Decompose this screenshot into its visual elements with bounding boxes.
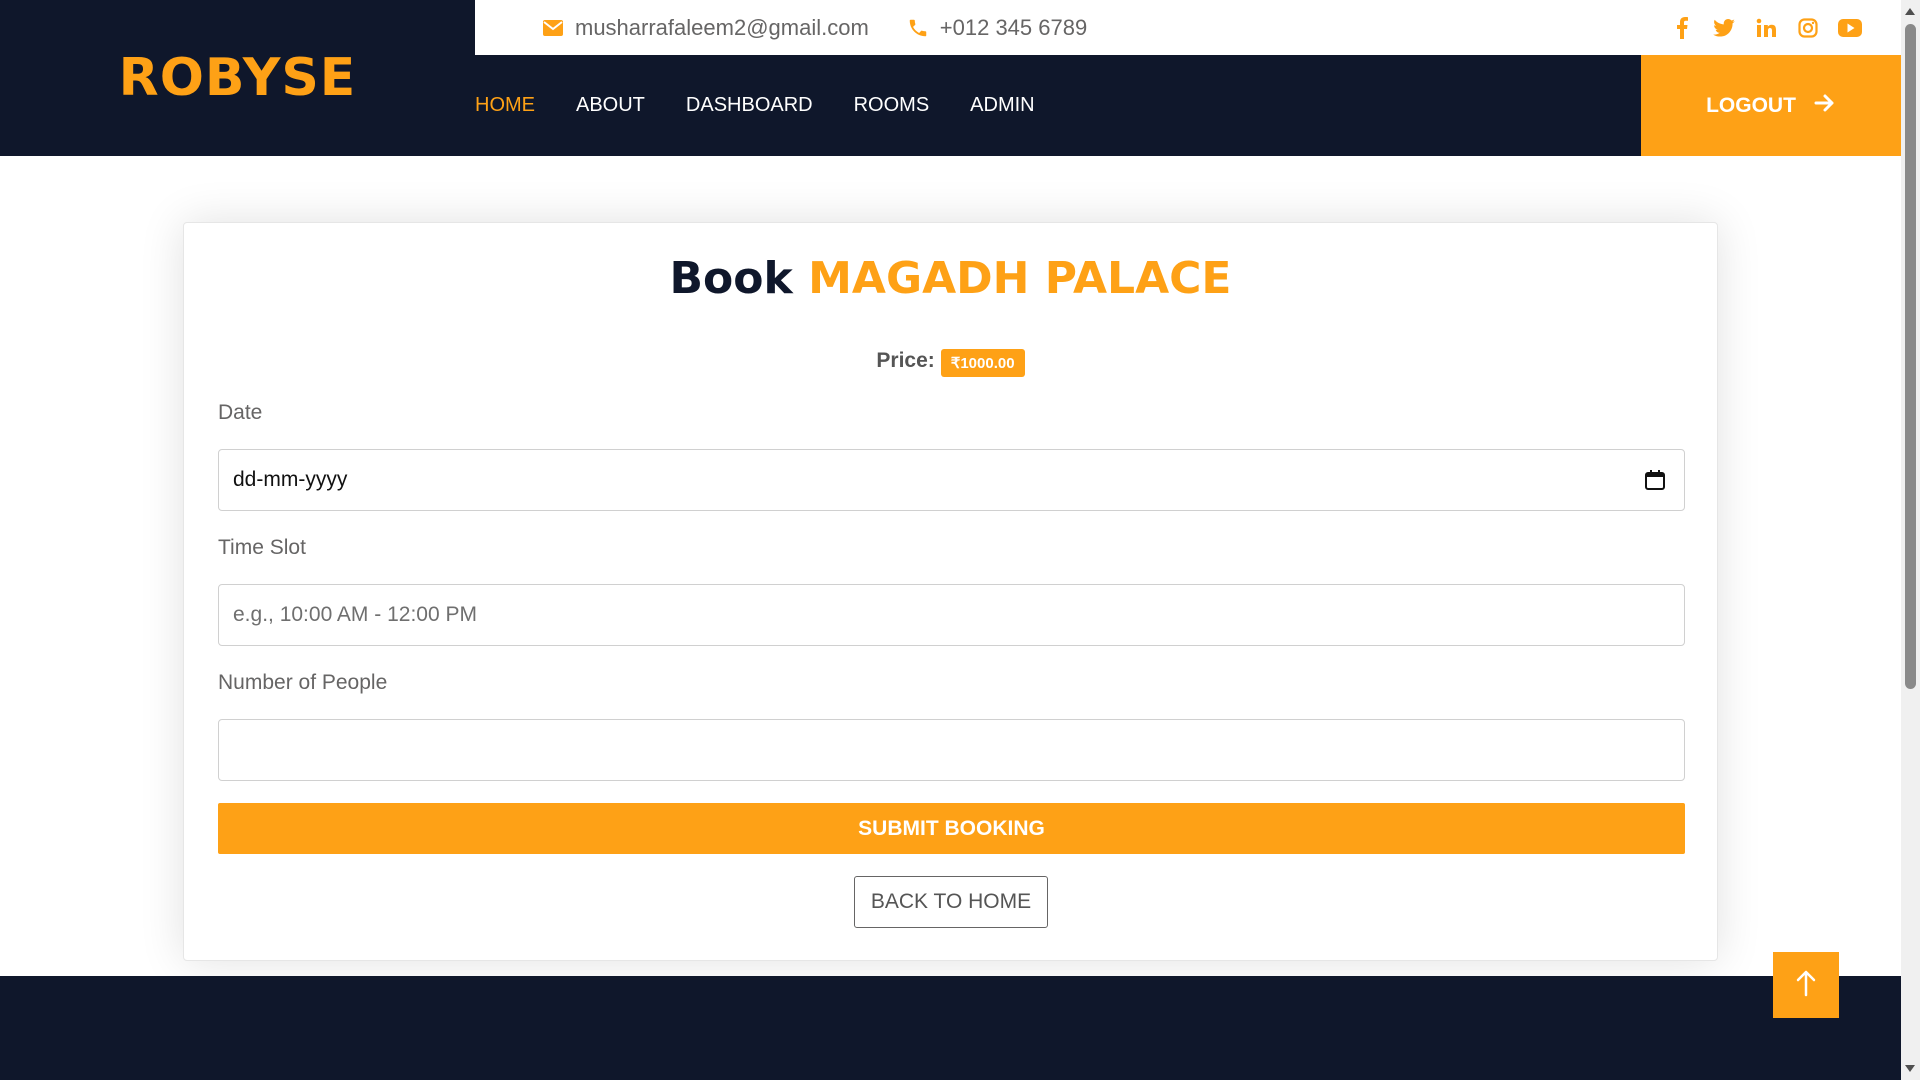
site-footer bbox=[0, 976, 1901, 1080]
linkedin-icon[interactable] bbox=[1754, 16, 1778, 40]
time-slot-placeholder: e.g., 10:00 AM - 12:00 PM bbox=[233, 603, 477, 626]
calendar-icon[interactable] bbox=[1644, 469, 1666, 491]
email-contact: musharrafaleem2@gmail.com bbox=[541, 15, 869, 41]
scrollbar-thumb[interactable] bbox=[1905, 24, 1916, 689]
price-badge: ₹1000.00 bbox=[940, 349, 1025, 377]
date-label: Date bbox=[218, 401, 263, 424]
nav-item-dashboard[interactable]: DASHBOARD bbox=[686, 94, 813, 117]
page-title: Book MAGADH PALACE bbox=[184, 253, 1717, 304]
back-to-home-button[interactable]: BACK TO HOME bbox=[854, 876, 1048, 928]
arrow-up-icon bbox=[1795, 969, 1817, 1002]
price-label: Price: bbox=[876, 349, 935, 372]
phone-text: +012 345 6789 bbox=[939, 14, 1088, 40]
site-header: ROBYSE musharrafaleem2@gmail.com +012 34… bbox=[0, 0, 1901, 156]
nav-item-about[interactable]: ABOUT bbox=[576, 94, 645, 117]
time-slot-label: Time Slot bbox=[218, 536, 306, 559]
scroll-up-arrow-icon[interactable] bbox=[1905, 8, 1915, 15]
logout-button[interactable]: LOGOUT bbox=[1641, 55, 1901, 156]
brand[interactable]: ROBYSE bbox=[0, 0, 475, 156]
booking-card: Book MAGADH PALACE Price: ₹1000.00 Date … bbox=[183, 222, 1718, 961]
scroll-down-arrow-icon[interactable] bbox=[1905, 1065, 1915, 1072]
nav-item-rooms[interactable]: ROOMS bbox=[854, 94, 930, 117]
page: ROBYSE musharrafaleem2@gmail.com +012 34… bbox=[0, 0, 1901, 1080]
nav-item-home[interactable]: HOME bbox=[475, 94, 535, 117]
main-nav: HOME ABOUT DASHBOARD ROOMS ADMIN bbox=[475, 55, 1641, 156]
top-contact-bar: musharrafaleem2@gmail.com +012 345 6789 bbox=[475, 0, 1901, 55]
logout-label: LOGOUT bbox=[1706, 93, 1796, 117]
nav-item-admin[interactable]: ADMIN bbox=[970, 94, 1034, 117]
title-prefix: Book bbox=[669, 253, 793, 304]
youtube-icon[interactable] bbox=[1838, 16, 1862, 40]
social-links bbox=[1670, 0, 1862, 55]
back-to-home-label: BACK TO HOME bbox=[870, 890, 1032, 913]
submit-booking-button[interactable]: SUBMIT BOOKING bbox=[218, 803, 1685, 854]
people-input[interactable] bbox=[218, 719, 1685, 781]
people-label: Number of People bbox=[218, 671, 388, 694]
back-to-top-button[interactable] bbox=[1773, 952, 1839, 1018]
twitter-icon[interactable] bbox=[1712, 16, 1736, 40]
price-row: Price: ₹1000.00 bbox=[184, 345, 1717, 377]
date-input-value: dd-mm-yyyy bbox=[233, 468, 348, 491]
vertical-scrollbar[interactable] bbox=[1901, 0, 1920, 1080]
envelope-icon bbox=[541, 16, 565, 40]
room-name: MAGADH PALACE bbox=[808, 253, 1232, 304]
brand-logo-text[interactable]: ROBYSE bbox=[119, 48, 357, 108]
instagram-icon[interactable] bbox=[1796, 16, 1820, 40]
facebook-icon[interactable] bbox=[1670, 16, 1694, 40]
time-slot-input[interactable]: e.g., 10:00 AM - 12:00 PM bbox=[218, 584, 1685, 646]
arrow-right-icon bbox=[1814, 93, 1836, 119]
date-input[interactable]: dd-mm-yyyy bbox=[218, 449, 1685, 511]
email-text: musharrafaleem2@gmail.com bbox=[575, 14, 869, 40]
phone-icon bbox=[906, 16, 930, 40]
phone-contact: +012 345 6789 bbox=[906, 15, 1087, 41]
submit-booking-label: SUBMIT BOOKING bbox=[858, 816, 1045, 840]
